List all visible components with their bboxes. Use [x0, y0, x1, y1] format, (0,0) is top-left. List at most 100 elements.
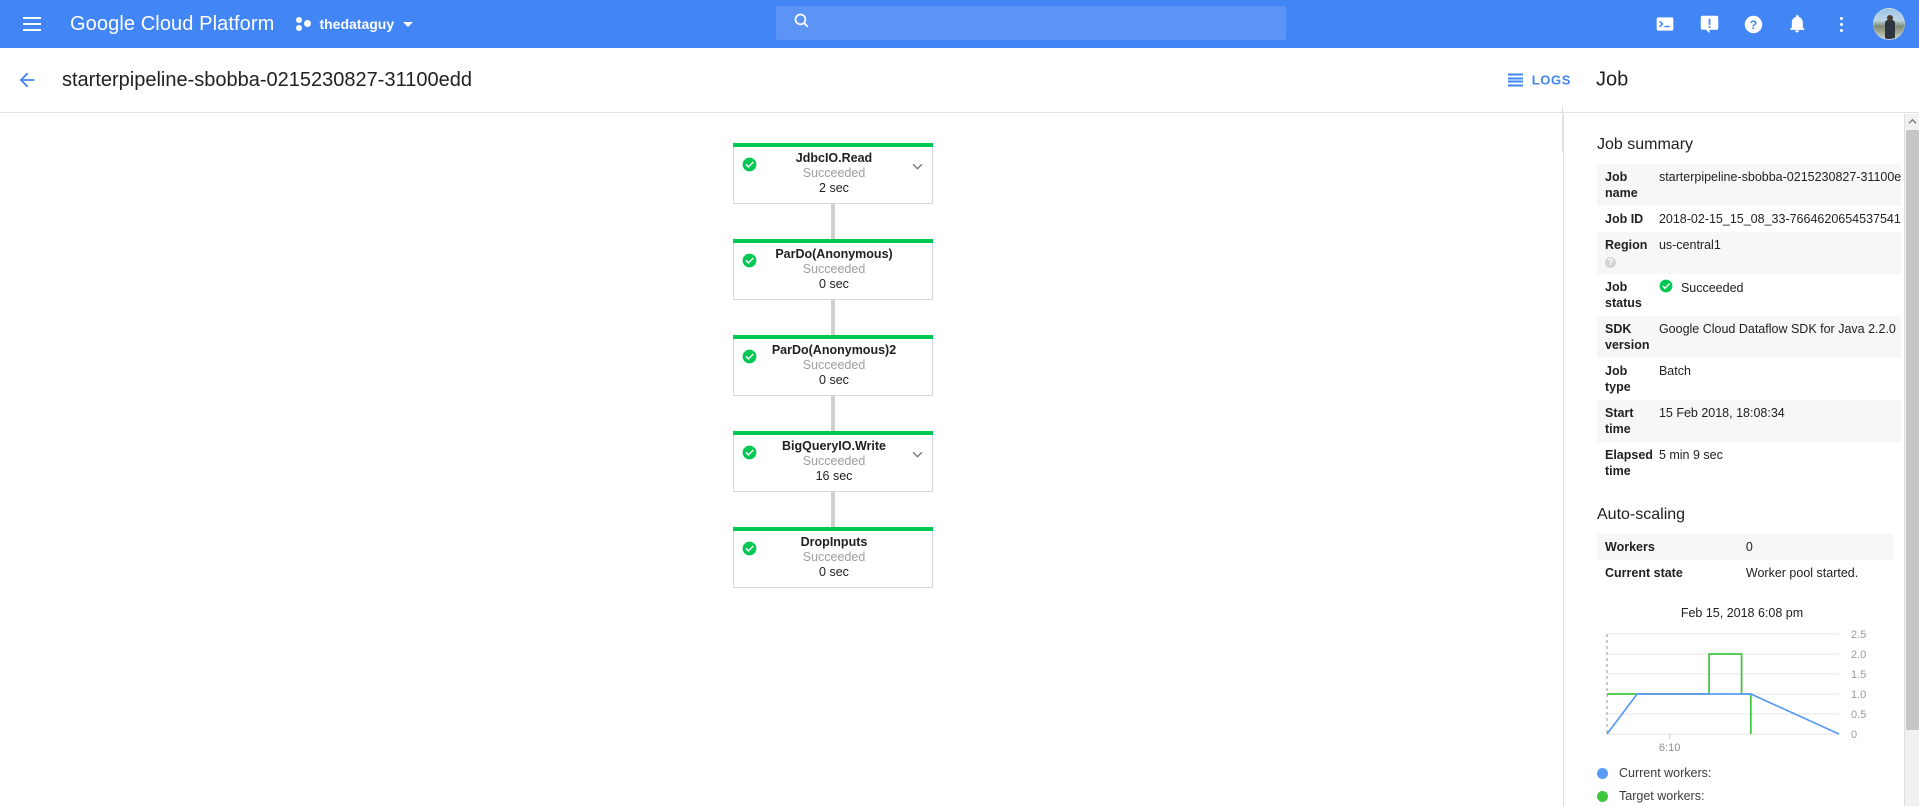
chart-legend: Current workers: Target workers:	[1597, 766, 1904, 803]
chevron-down-icon[interactable]	[912, 157, 923, 170]
node-status: Succeeded	[802, 358, 866, 372]
search-input[interactable]	[822, 14, 1242, 32]
row-key: Job type	[1605, 364, 1631, 394]
project-selector[interactable]: thedataguy	[296, 0, 414, 48]
node-name: BigQueryIO.Write	[782, 439, 886, 453]
pipeline-graph-canvas: JdbcIO.Read Succeeded 2 sec ParDo(Anonym…	[0, 114, 1562, 806]
project-dots-icon	[296, 17, 312, 31]
graph-connector	[829, 204, 837, 244]
brand-title: Google Cloud Platform	[70, 12, 275, 35]
pipeline-node[interactable]: ParDo(Anonymous) Succeeded 0 sec	[733, 239, 933, 300]
chevron-down-icon[interactable]	[912, 445, 923, 458]
more-options-icon[interactable]	[1821, 4, 1861, 44]
autoscaling-chart: 0 0.5 1.0 1.5 2.0 2.5 6:10	[1597, 626, 1897, 756]
table-row: Region ? us-central1	[1597, 232, 1902, 274]
node-duration: 16 sec	[815, 469, 853, 483]
row-value: Worker pool started.	[1745, 566, 1859, 580]
svg-text:0.5: 0.5	[1851, 709, 1866, 721]
svg-text:2.0: 2.0	[1851, 649, 1866, 661]
node-name: ParDo(Anonymous)2	[771, 343, 897, 357]
node-status-bar	[733, 335, 933, 339]
table-row: SDK version Google Cloud Dataflow SDK fo…	[1597, 316, 1902, 358]
table-row: Current state Worker pool started.	[1597, 560, 1893, 586]
row-key: Job name	[1605, 170, 1638, 200]
legend-color-dot	[1597, 790, 1608, 802]
logs-button-label: LOGS	[1531, 72, 1571, 88]
node-status: Succeeded	[802, 166, 866, 180]
row-key: Region ?	[1597, 232, 1653, 274]
node-duration: 0 sec	[819, 373, 849, 387]
svg-text:1.5: 1.5	[1851, 669, 1866, 681]
legend-color-dot	[1597, 767, 1608, 779]
node-duration: 0 sec	[819, 565, 849, 579]
node-name: DropInputs	[800, 535, 868, 549]
feedback-icon[interactable]	[1689, 4, 1729, 44]
hamburger-menu-icon[interactable]	[8, 0, 56, 48]
project-name-label: thedataguy	[319, 16, 395, 32]
side-panel-title: Job	[1596, 68, 1629, 91]
cloud-shell-icon[interactable]	[1645, 4, 1685, 44]
pipeline-node[interactable]: DropInputs Succeeded 0 sec	[733, 527, 933, 588]
row-key: Job ID	[1605, 212, 1644, 226]
row-key: SDK version	[1605, 322, 1650, 352]
row-key: Workers	[1605, 540, 1655, 554]
pipeline-node[interactable]: ParDo(Anonymous)2 Succeeded 0 sec	[733, 335, 933, 396]
logs-button[interactable]: LOGS	[1500, 67, 1579, 94]
node-duration: 0 sec	[819, 277, 849, 291]
graph-connector	[829, 396, 837, 436]
table-row: Job name starterpipeline-sbobba-02152308…	[1597, 164, 1902, 206]
node-status-bar	[733, 431, 933, 435]
help-icon[interactable]: ?	[1733, 4, 1773, 44]
side-panel-scrollbar[interactable]	[1904, 114, 1919, 806]
node-name: ParDo(Anonymous)	[775, 247, 893, 261]
search-icon	[793, 12, 810, 34]
row-value: 0	[1745, 540, 1753, 554]
node-name: JdbcIO.Read	[795, 151, 873, 165]
row-key: Job status	[1605, 280, 1642, 310]
job-side-panel: Job summary Job name starterpipeline-sbo…	[1563, 114, 1919, 806]
row-value: 15 Feb 2018, 18:08:34	[1658, 406, 1785, 420]
page-title-bar: starterpipeline-sbobba-0215230827-31100e…	[0, 48, 1919, 152]
row-key: Start time	[1605, 406, 1634, 436]
page-title: starterpipeline-sbobba-0215230827-31100e…	[62, 68, 472, 91]
pipeline-node[interactable]: JdbcIO.Read Succeeded 2 sec	[733, 143, 933, 204]
row-value: Batch	[1658, 364, 1691, 378]
svg-text:2.5: 2.5	[1851, 629, 1866, 641]
svg-text:6:10: 6:10	[1659, 742, 1680, 754]
node-status: Succeeded	[802, 454, 866, 468]
scroll-up-arrow-icon[interactable]	[1905, 114, 1919, 129]
node-status: Succeeded	[802, 262, 866, 276]
notifications-bell-icon[interactable]	[1777, 4, 1817, 44]
table-row: Job status Succeeded	[1597, 274, 1901, 316]
help-icon[interactable]: ?	[1605, 257, 1616, 268]
avatar[interactable]	[1873, 8, 1905, 40]
node-status: Succeeded	[802, 550, 866, 564]
node-status-bar	[733, 239, 933, 243]
table-row: Elapsed time 5 min 9 sec	[1597, 442, 1901, 484]
success-check-icon	[1659, 279, 1673, 297]
row-key: Current state	[1605, 566, 1683, 580]
scrollbar-thumb[interactable]	[1906, 130, 1919, 730]
row-value: us-central1	[1658, 238, 1721, 252]
chevron-down-icon	[403, 21, 414, 27]
back-arrow-icon[interactable]	[14, 67, 40, 93]
status-badge: Succeeded	[1680, 281, 1744, 295]
autoscaling-heading: Auto-scaling	[1597, 506, 1686, 523]
row-value: 2018-02-15_15_08_33-7664620654537541	[1658, 212, 1901, 226]
search-box[interactable]	[776, 6, 1286, 40]
legend-item: Current workers:	[1597, 766, 1904, 780]
svg-text:1.0: 1.0	[1851, 689, 1866, 701]
pipeline-node[interactable]: BigQueryIO.Write Succeeded 16 sec	[733, 431, 933, 492]
job-summary-heading: Job summary	[1597, 136, 1694, 153]
table-row: Workers 0	[1597, 534, 1893, 560]
node-duration: 2 sec	[819, 181, 849, 195]
legend-label: Current workers:	[1619, 766, 1712, 780]
legend-label: Target workers:	[1619, 789, 1705, 803]
table-row: Start time 15 Feb 2018, 18:08:34	[1597, 400, 1902, 442]
row-value: 5 min 9 sec	[1658, 448, 1723, 462]
svg-text:0: 0	[1851, 729, 1857, 741]
row-value-status: Succeeded	[1653, 274, 1901, 316]
node-status-bar	[733, 143, 933, 147]
chart-title: Feb 15, 2018 6:08 pm	[1680, 606, 1804, 620]
app-header: Google Cloud Platform thedataguy ?	[0, 0, 1919, 48]
